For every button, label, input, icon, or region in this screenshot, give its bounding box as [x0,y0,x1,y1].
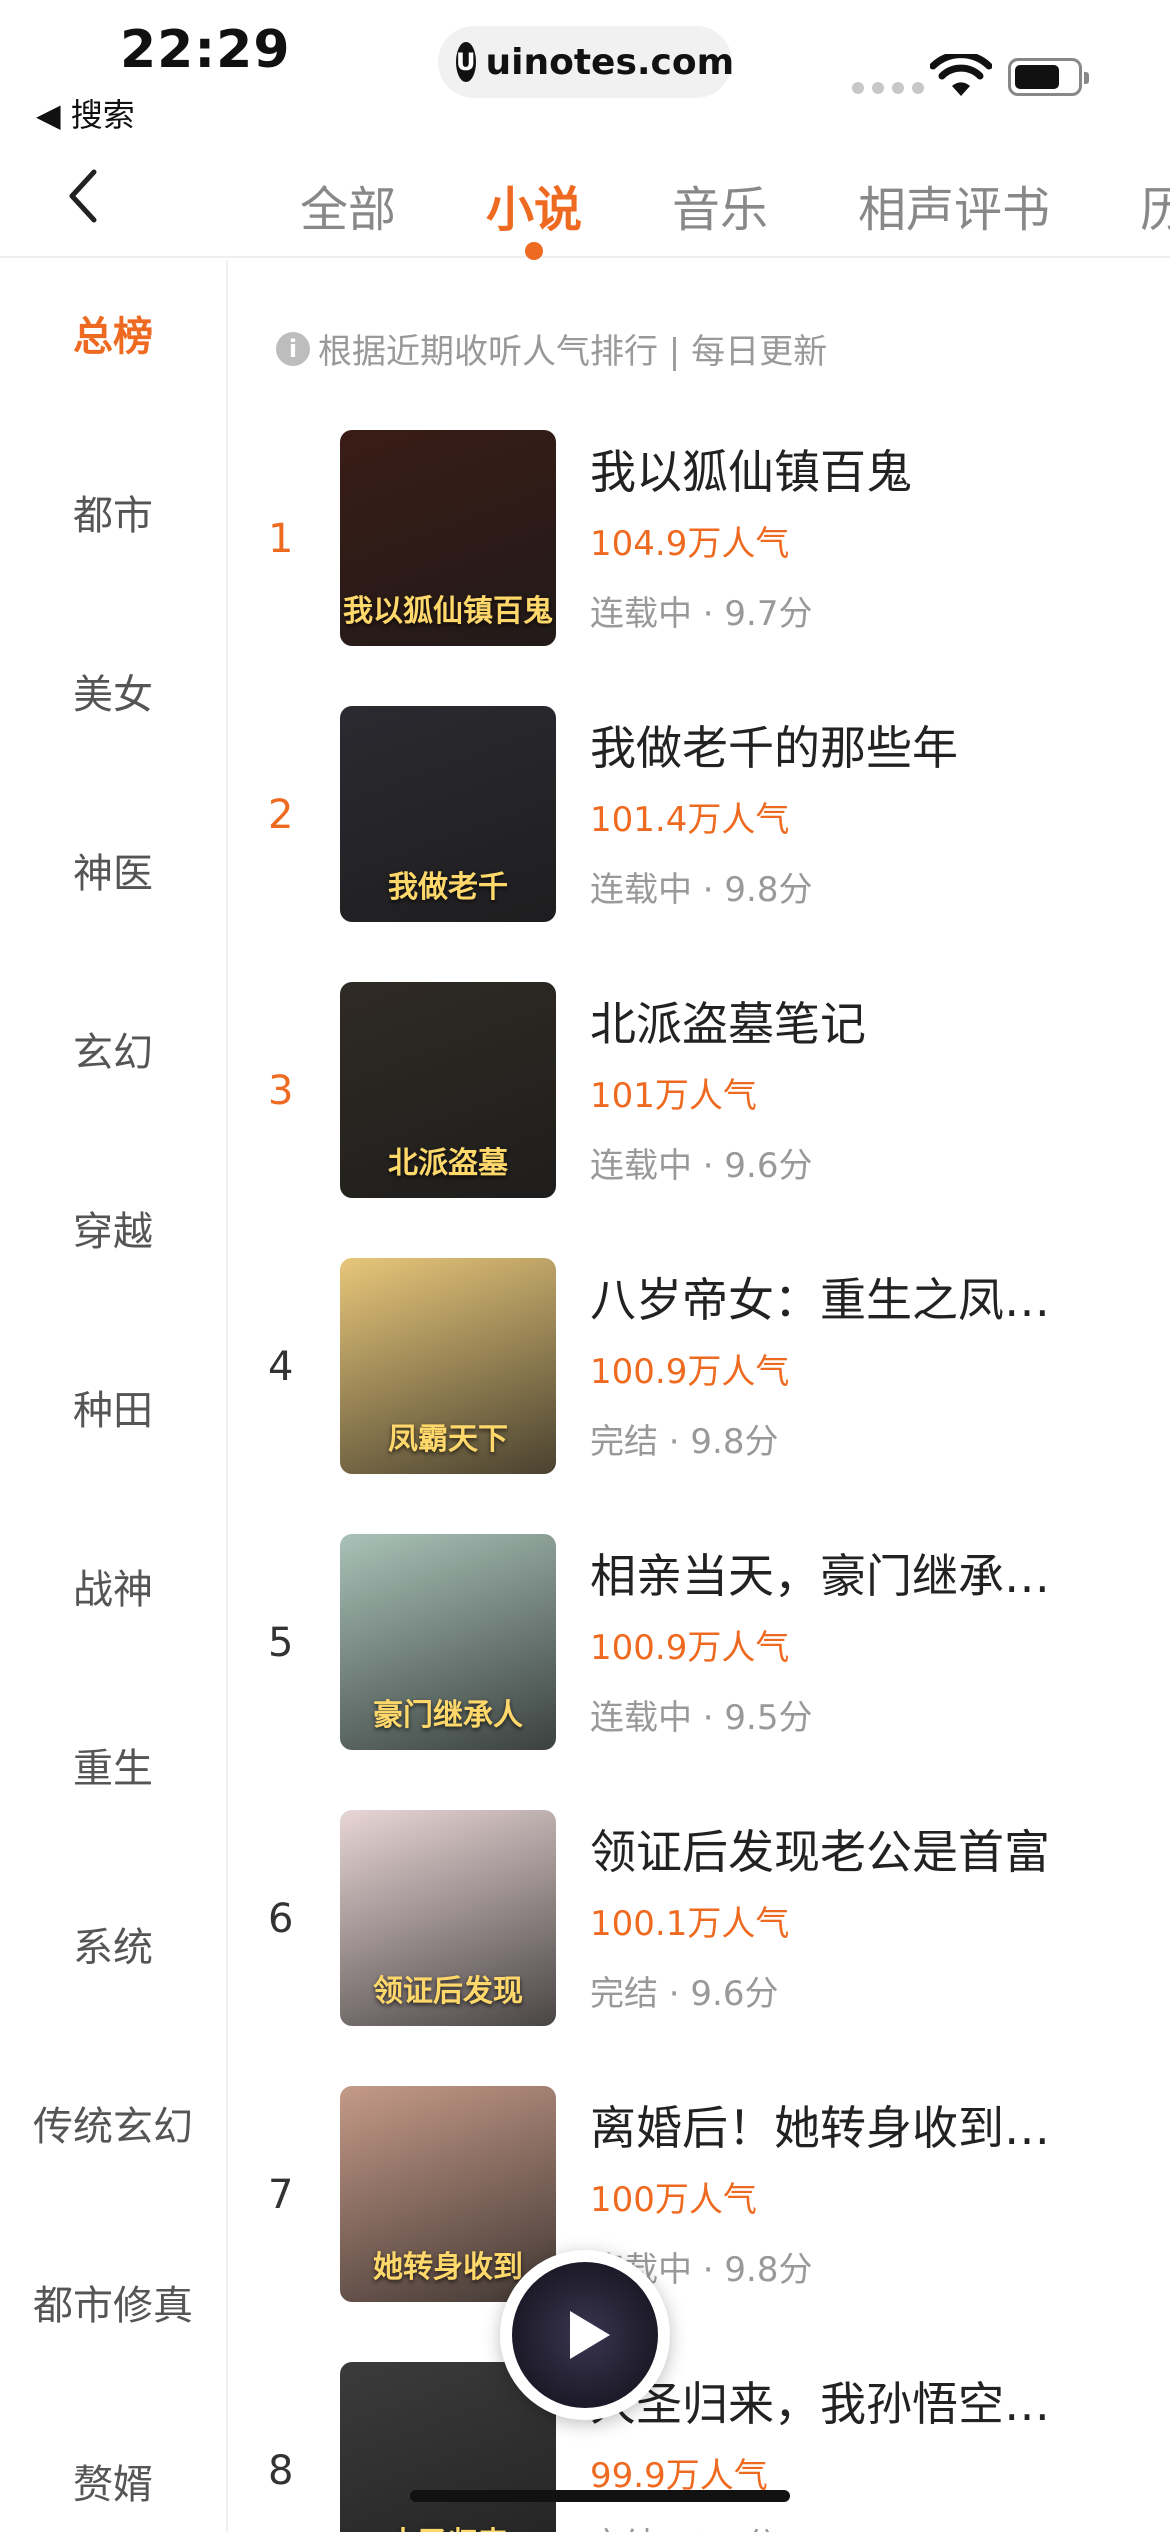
cover-title: 大圣归来 [340,2518,556,2532]
book-popularity: 104.9万人气 [590,524,790,564]
tab-label: 相声评书 [858,182,1051,238]
tab-3[interactable]: 相声评书 [858,170,1050,240]
rank-number: 4 [268,1344,294,1390]
book-row[interactable]: 6 领证后发现 领证后发现老公是首富 100.1万人气 完结 · 9.6分 [228,1810,1170,2070]
rank-number: 7 [268,2172,294,2218]
sidebar-item-10[interactable]: 传统玄幻 [0,2094,226,2152]
tab-4[interactable]: 历 [1140,170,1170,240]
wifi-icon [930,54,992,96]
book-popularity: 101.4万人气 [590,800,790,840]
sidebar-item-11[interactable]: 都市修真 [0,2273,226,2331]
url-pill[interactable]: U uinotes.com [438,26,735,98]
cellular-signal-icon [852,82,924,94]
rank-number: 1 [268,516,294,562]
rank-number: 5 [268,1620,294,1666]
book-row[interactable]: 2 我做老千 我做老千的那些年 101.4万人气 连载中 · 9.8分 [228,706,1170,966]
book-cover[interactable]: 凤霸天下 [340,1258,556,1474]
book-title[interactable]: 相亲当天，豪门继承… [590,1540,1150,1606]
info-icon: i [276,331,310,366]
play-icon [570,2311,610,2359]
book-status-score: 连载中 · 9.7分 [590,594,813,634]
book-status-score: 连载中 · 9.8分 [590,870,813,910]
home-indicator [410,2490,790,2502]
book-status-score: 完结 · 9.6分 [590,1974,779,2014]
status-time: 22:29 [120,20,291,80]
ranking-notice: i 根据近期收听人气排行 | 每日更新 [276,324,827,373]
book-title[interactable]: 领证后发现老公是首富 [590,1816,1150,1882]
sidebar-item-3[interactable]: 神医 [0,841,226,899]
player-cover [512,2262,658,2408]
book-cover[interactable]: 她转身收到 [340,2086,556,2302]
cover-title: 凤霸天下 [388,1422,508,1457]
cover-title: 我做老千 [388,870,508,905]
book-title[interactable]: 我做老千的那些年 [590,712,1150,778]
book-title[interactable]: 离婚后！她转身收到… [590,2092,1150,2158]
book-status-score: 完结 · 9.8分 [590,1422,779,1462]
book-popularity: 100万人气 [590,2180,757,2220]
tab-label: 音乐 [672,182,769,238]
sidebar-item-5[interactable]: 穿越 [0,1199,226,1257]
book-cover[interactable]: 我做老千 [340,706,556,922]
rank-number: 8 [268,2448,294,2494]
sidebar-item-12[interactable]: 赘婿 [0,2452,226,2510]
sidebar-item-7[interactable]: 战神 [0,1557,226,1615]
book-title[interactable]: 八岁帝女：重生之凤… [590,1264,1150,1330]
book-status-score: 连载中 · 9.6分 [590,1146,813,1186]
sidebar-item-2[interactable]: 美女 [0,662,226,720]
page: 22:29 ◀ 搜索 U uinotes.com 全部 小说 音乐 相声评书 历 总榜都… [0,0,1170,2532]
battery-icon [1008,58,1089,96]
book-cover[interactable]: 我以狐仙镇百鬼 [340,430,556,646]
rank-number: 6 [268,1896,294,1942]
cover-title: 我以狐仙镇百鬼 [343,594,553,629]
book-row[interactable]: 1 我以狐仙镇百鬼 我以狐仙镇百鬼 104.9万人气 连载中 · 9.7分 [228,430,1170,690]
book-cover[interactable]: 北派盗墓 [340,982,556,1198]
book-popularity: 100.9万人气 [590,1352,790,1392]
book-popularity: 100.9万人气 [590,1628,790,1668]
tab-1[interactable]: 小说 [486,170,583,260]
book-cover[interactable]: 豪门继承人 [340,1534,556,1750]
sidebar-item-0[interactable]: 总榜 [0,304,226,362]
sidebar-item-9[interactable]: 系统 [0,1915,226,1973]
book-title[interactable]: 我以狐仙镇百鬼 [590,436,1150,502]
book-row[interactable]: 4 凤霸天下 八岁帝女：重生之凤… 100.9万人气 完结 · 9.8分 [228,1258,1170,1518]
rank-number: 2 [268,792,294,838]
tab-label: 小说 [486,182,583,238]
book-row[interactable]: 8大圣归来大圣归来，我孙悟空…99.9万人气完结 · 9.4分 [228,2362,1170,2532]
tab-label: 全部 [300,182,397,238]
tab-2[interactable]: 音乐 [672,170,768,240]
sidebar-item-4[interactable]: 玄幻 [0,1020,226,1078]
cover-title: 豪门继承人 [373,1698,523,1733]
book-row[interactable]: 5 豪门继承人 相亲当天，豪门继承… 100.9万人气 连载中 · 9.5分 [228,1534,1170,1794]
site-icon: U [456,42,476,82]
sidebar: 总榜都市美女神医玄幻穿越种田战神重生系统传统玄幻都市修真赘婿 [0,260,228,2532]
book-status-score: 连载中 · 9.5分 [590,1698,813,1738]
url-text: uinotes.com [485,41,735,83]
book-status-score: 完结 · 9.4分 [590,2518,779,2532]
book-row[interactable]: 7 她转身收到 离婚后！她转身收到… 100万人气 连载中 · 9.8分 [228,2086,1170,2346]
book-title[interactable]: 北派盗墓笔记 [590,988,1150,1054]
book-popularity: 100.1万人气 [590,1904,790,1944]
back-chevron-icon[interactable] [60,166,110,226]
book-title[interactable]: 大圣归来，我孙悟空… [590,2368,1150,2434]
category-tabs: 全部 小说 音乐 相声评书 历 [300,170,1170,260]
book-popularity: 101万人气 [590,1076,757,1116]
notice-text: 根据近期收听人气排行 | 每日更新 [318,332,828,372]
cover-title: 领证后发现 [373,1974,523,2009]
floating-player-button[interactable] [500,2250,670,2420]
book-row[interactable]: 3 北派盗墓 北派盗墓笔记 101万人气连载中 · 9.6分 [228,982,1170,1242]
book-cover[interactable]: 领证后发现 [340,1810,556,2026]
tab-0[interactable]: 全部 [300,170,396,240]
rank-number: 3 [268,1068,294,1114]
sidebar-item-1[interactable]: 都市 [0,483,226,541]
sidebar-item-8[interactable]: 重生 [0,1736,226,1794]
back-to-app-link[interactable]: ◀ 搜索 [36,90,135,136]
tab-label: 历 [1140,182,1170,238]
active-tab-dot [525,242,544,260]
status-bar: 22:29 ◀ 搜索 U uinotes.com [0,0,1170,134]
sidebar-item-6[interactable]: 种田 [0,1378,226,1436]
cover-title: 北派盗墓 [388,1146,508,1181]
top-nav: 全部 小说 音乐 相声评书 历 [0,140,1170,260]
